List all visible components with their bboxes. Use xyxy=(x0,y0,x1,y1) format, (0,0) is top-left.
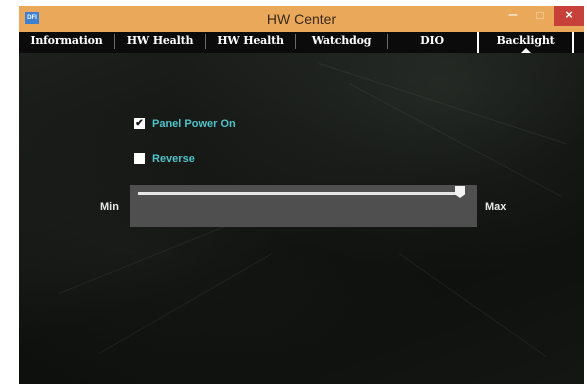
close-button[interactable]: × xyxy=(554,6,584,26)
slider-thumb[interactable] xyxy=(455,186,465,198)
tab-hw-health[interactable]: HW Health xyxy=(115,32,205,53)
tab-backlight[interactable]: Backlight xyxy=(477,32,574,53)
maximize-button[interactable]: □ xyxy=(527,6,553,26)
tab-dio[interactable]: DIO xyxy=(388,32,476,53)
tab-bar: Information HW Health HW Health Set Watc… xyxy=(19,32,584,65)
reverse-label: Reverse xyxy=(152,153,195,165)
slider-track[interactable] xyxy=(138,192,464,195)
backlight-panel: ✔ Panel Power On Reverse Min Max xyxy=(19,53,584,384)
tab-information[interactable]: Information xyxy=(19,32,114,53)
reverse-checkbox[interactable] xyxy=(134,153,145,164)
slider-min-label: Min xyxy=(100,201,119,213)
tab-watchdog[interactable]: Watchdog xyxy=(296,32,387,53)
panel-power-on-label: Panel Power On xyxy=(152,118,236,130)
minimize-button[interactable]: – xyxy=(500,6,526,26)
background-streak xyxy=(348,83,562,197)
panel-power-on-checkbox[interactable]: ✔ xyxy=(134,118,145,129)
background-streak xyxy=(398,253,547,358)
title-bar[interactable]: DFI HW Center – □ × xyxy=(19,6,584,32)
slider-max-label: Max xyxy=(485,201,507,213)
tab-backlight-label: Backlight xyxy=(496,34,555,47)
brightness-slider[interactable] xyxy=(130,185,477,227)
hw-center-window: DFI HW Center – □ × Information HW Healt… xyxy=(19,6,584,384)
background-streak xyxy=(98,253,273,354)
tab-hw-health-set[interactable]: HW Health Set xyxy=(206,32,295,65)
